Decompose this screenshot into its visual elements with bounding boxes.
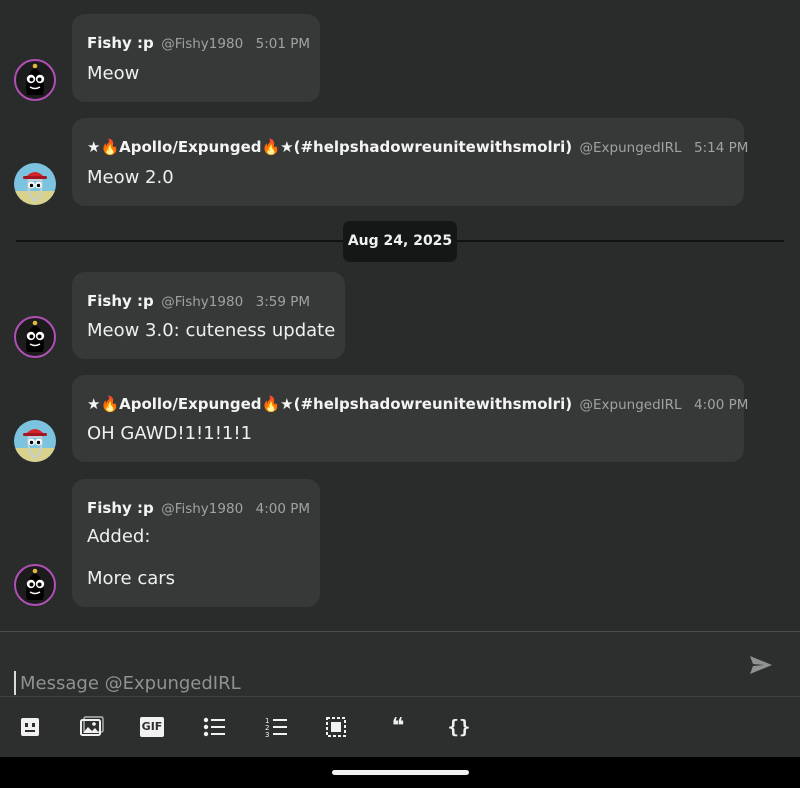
author-handle: @ExpungedIRL: [579, 397, 682, 413]
quote-button[interactable]: ❝: [385, 714, 411, 740]
message-header: Fishy :p @Fishy1980 3:59 PM: [87, 291, 310, 312]
author-name[interactable]: ★🔥Apollo/Expunged🔥★(#helpshadowreunitewi…: [87, 138, 572, 156]
message-header: ★🔥Apollo/Expunged🔥★(#helpshadowreunitewi…: [87, 137, 748, 158]
message-header: ★🔥Apollo/Expunged🔥★(#helpshadowreunitewi…: [87, 394, 748, 415]
message-input[interactable]: [14, 666, 714, 700]
gif-icon: GIF: [140, 717, 164, 737]
author-handle: @Fishy1980: [161, 501, 244, 517]
message-text: More cars: [87, 568, 176, 589]
bullet-list-button[interactable]: [201, 714, 227, 740]
numbered-list-icon: 1 2 3: [265, 717, 287, 738]
author-name[interactable]: ★🔥Apollo/Expunged🔥★(#helpshadowreunitewi…: [87, 395, 572, 413]
send-icon: [750, 656, 772, 674]
author-name[interactable]: Fishy :p: [87, 292, 154, 310]
send-button[interactable]: [746, 650, 776, 680]
select-icon: [326, 717, 346, 737]
author-handle: @ExpungedIRL: [579, 140, 682, 156]
author-name[interactable]: Fishy :p: [87, 34, 154, 52]
gif-button[interactable]: GIF: [139, 714, 165, 740]
message-text: Meow: [87, 63, 140, 84]
message-bubble: Fishy :p @Fishy1980 4:00 PM Added: More …: [72, 479, 320, 607]
emoji-icon: [21, 718, 39, 736]
message-text: Meow 2.0: [87, 167, 174, 188]
message-bubble: ★🔥Apollo/Expunged🔥★(#helpshadowreunitewi…: [72, 118, 748, 206]
message-text: Added:: [87, 526, 151, 547]
fishy-avatar[interactable]: [14, 59, 56, 101]
author-handle: @Fishy1980: [161, 36, 244, 52]
code-block-button[interactable]: {}: [446, 714, 472, 740]
format-toolbar: GIF 1 2 3 ❝ {}: [0, 697, 800, 756]
code-block-icon: {}: [447, 716, 471, 738]
date-separator: Aug 24, 2025: [343, 221, 457, 262]
fishy-avatar[interactable]: [14, 564, 56, 606]
message-time: 4:00 PM: [694, 397, 749, 413]
message-time: 5:01 PM: [255, 36, 311, 52]
quote-icon: ❝: [391, 714, 405, 739]
numbered-list-button[interactable]: 1 2 3: [263, 714, 289, 740]
message-header: Fishy :p @Fishy1980 5:01 PM: [87, 33, 310, 54]
apollo-avatar[interactable]: [14, 163, 56, 205]
message-time: 5:14 PM: [694, 140, 749, 156]
message-bubble: ★🔥Apollo/Expunged🔥★(#helpshadowreunitewi…: [72, 375, 748, 462]
svg-text:3: 3: [265, 731, 269, 738]
system-nav-bar: [0, 757, 800, 788]
divider: [0, 631, 800, 632]
emoji-button[interactable]: [17, 714, 43, 740]
fishy-avatar[interactable]: [14, 316, 56, 358]
message-bubble: Fishy :p @Fishy1980 3:59 PM Meow 3.0: cu…: [72, 272, 345, 359]
bullet-list-icon: [203, 717, 225, 737]
message-text: OH GAWD!1!1!1!1: [87, 423, 253, 444]
message-header: Fishy :p @Fishy1980 4:00 PM: [87, 498, 310, 519]
message-list[interactable]: Fishy :p @Fishy1980 5:01 PM Meow ★🔥Apoll…: [0, 0, 800, 632]
home-indicator[interactable]: [332, 770, 469, 775]
message-input-wrap: [14, 651, 734, 700]
message-bubble: Fishy :p @Fishy1980 5:01 PM Meow: [72, 14, 320, 102]
apollo-avatar[interactable]: [14, 420, 56, 462]
image-icon: [80, 716, 104, 736]
gif-label: GIF: [141, 720, 163, 733]
author-name[interactable]: Fishy :p: [87, 499, 154, 517]
image-button[interactable]: [78, 714, 104, 740]
select-button[interactable]: [323, 714, 349, 740]
author-handle: @Fishy1980: [161, 294, 244, 310]
message-text: Meow 3.0: cuteness update: [87, 320, 336, 341]
message-time: 4:00 PM: [255, 501, 311, 517]
message-time: 3:59 PM: [255, 294, 311, 310]
